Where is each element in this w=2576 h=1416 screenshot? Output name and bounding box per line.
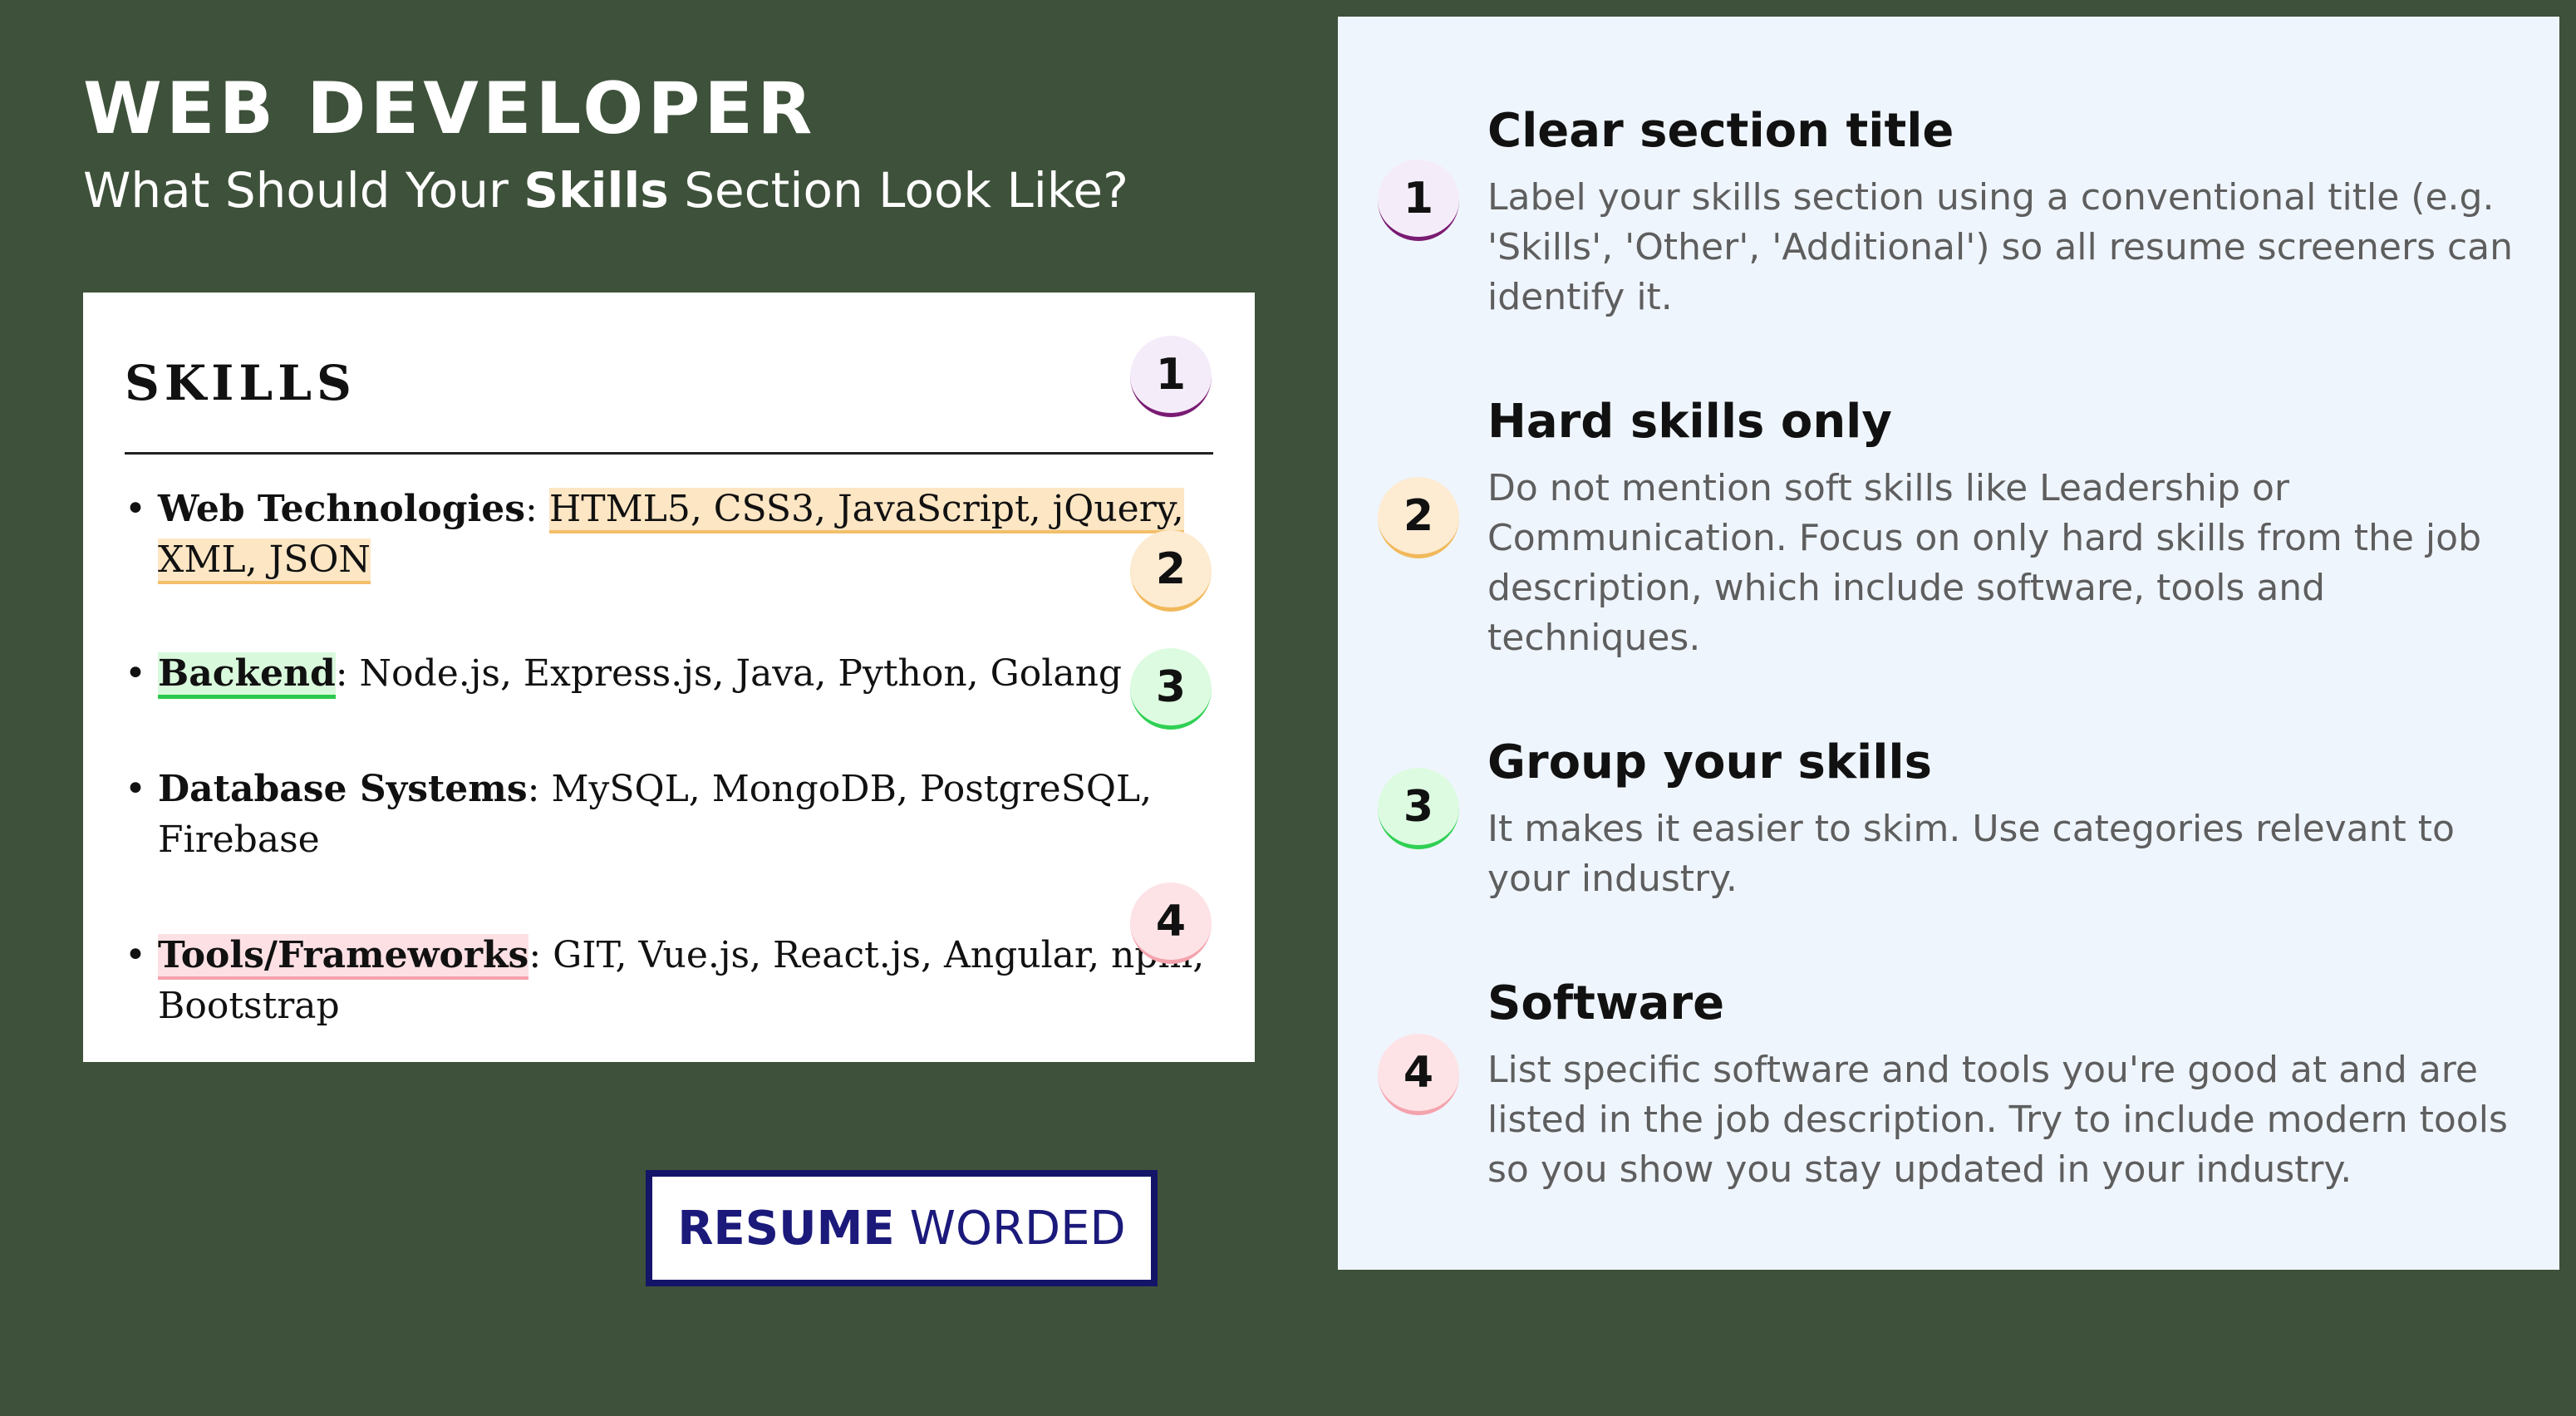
skill-category: Web Technologies [158,488,526,530]
skill-values: Node.js, Express.js, Java, Python, Golan… [359,652,1123,695]
tip-badge-2: 2 [1378,477,1459,558]
tip-title: Hard skills only [1487,395,1892,449]
heading-divider [125,452,1213,455]
badge-2: 2 [1130,530,1212,612]
tip-badge-4: 4 [1378,1034,1459,1115]
tip-hard-skills-only: Hard skills only Do not mention soft ski… [1487,399,2518,663]
tip-text: Label your skills section using a conven… [1487,176,2514,318]
badge-1: 1 [1130,336,1212,417]
skill-separator: : [527,768,552,810]
skill-category-highlight: Backend [158,652,336,699]
tip-badge-3: 3 [1378,768,1459,849]
tip-title: Group your skills [1487,735,1932,789]
skills-heading: SKILLS [125,355,356,411]
skill-item-tools-frameworks: Tools/Frameworks: GIT, Vue.js, React.js,… [125,930,1222,1031]
tip-clear-section-title: Clear section title Label your skills se… [1487,108,2518,322]
page-title: WEB DEVELOPER [83,67,817,150]
tip-text: Do not mention soft skills like Leadersh… [1487,467,2481,659]
skill-separator: : [335,652,360,695]
tips-panel: 1 Clear section title Label your skills … [1338,17,2559,1270]
skill-separator: : [525,488,549,530]
badge-4: 4 [1130,883,1212,964]
logo-regular-text: WORDED [909,1201,1126,1256]
subtitle-text-before: What Should Your [83,162,524,219]
tip-title: Software [1487,976,1725,1030]
tip-text: It makes it easier to skim. Use categori… [1487,808,2455,900]
tip-group-your-skills: Group your skills It makes it easier to … [1487,740,2518,904]
page-subtitle: What Should Your Skills Section Look Lik… [83,166,1128,214]
skill-item-web-technologies: Web Technologies: HTML5, CSS3, JavaScrip… [125,484,1222,585]
badge-3: 3 [1130,648,1212,730]
logo-bold-text: RESUME [677,1201,895,1256]
subtitle-text-after: Section Look Like? [668,162,1128,219]
skill-separator: : [528,934,553,976]
skill-category: Database Systems [158,768,528,810]
resume-skills-card: SKILLS Web Technologies: HTML5, CSS3, Ja… [83,293,1255,1062]
skill-category-highlight: Tools/Frameworks [158,934,529,980]
resume-worded-logo: RESUME WORDED [646,1170,1158,1286]
skill-item-database-systems: Database Systems: MySQL, MongoDB, Postgr… [125,764,1222,865]
subtitle-text-bold: Skills [524,162,669,219]
tip-title: Clear section title [1487,104,1954,158]
tip-software: Software List specific software and tool… [1487,981,2518,1195]
skill-item-backend: Backend: Node.js, Express.js, Java, Pyth… [125,648,1222,699]
tip-badge-1: 1 [1378,160,1459,241]
tip-text: List specific software and tools you're … [1487,1049,2508,1191]
skill-list: Web Technologies: HTML5, CSS3, JavaScrip… [125,484,1222,1031]
